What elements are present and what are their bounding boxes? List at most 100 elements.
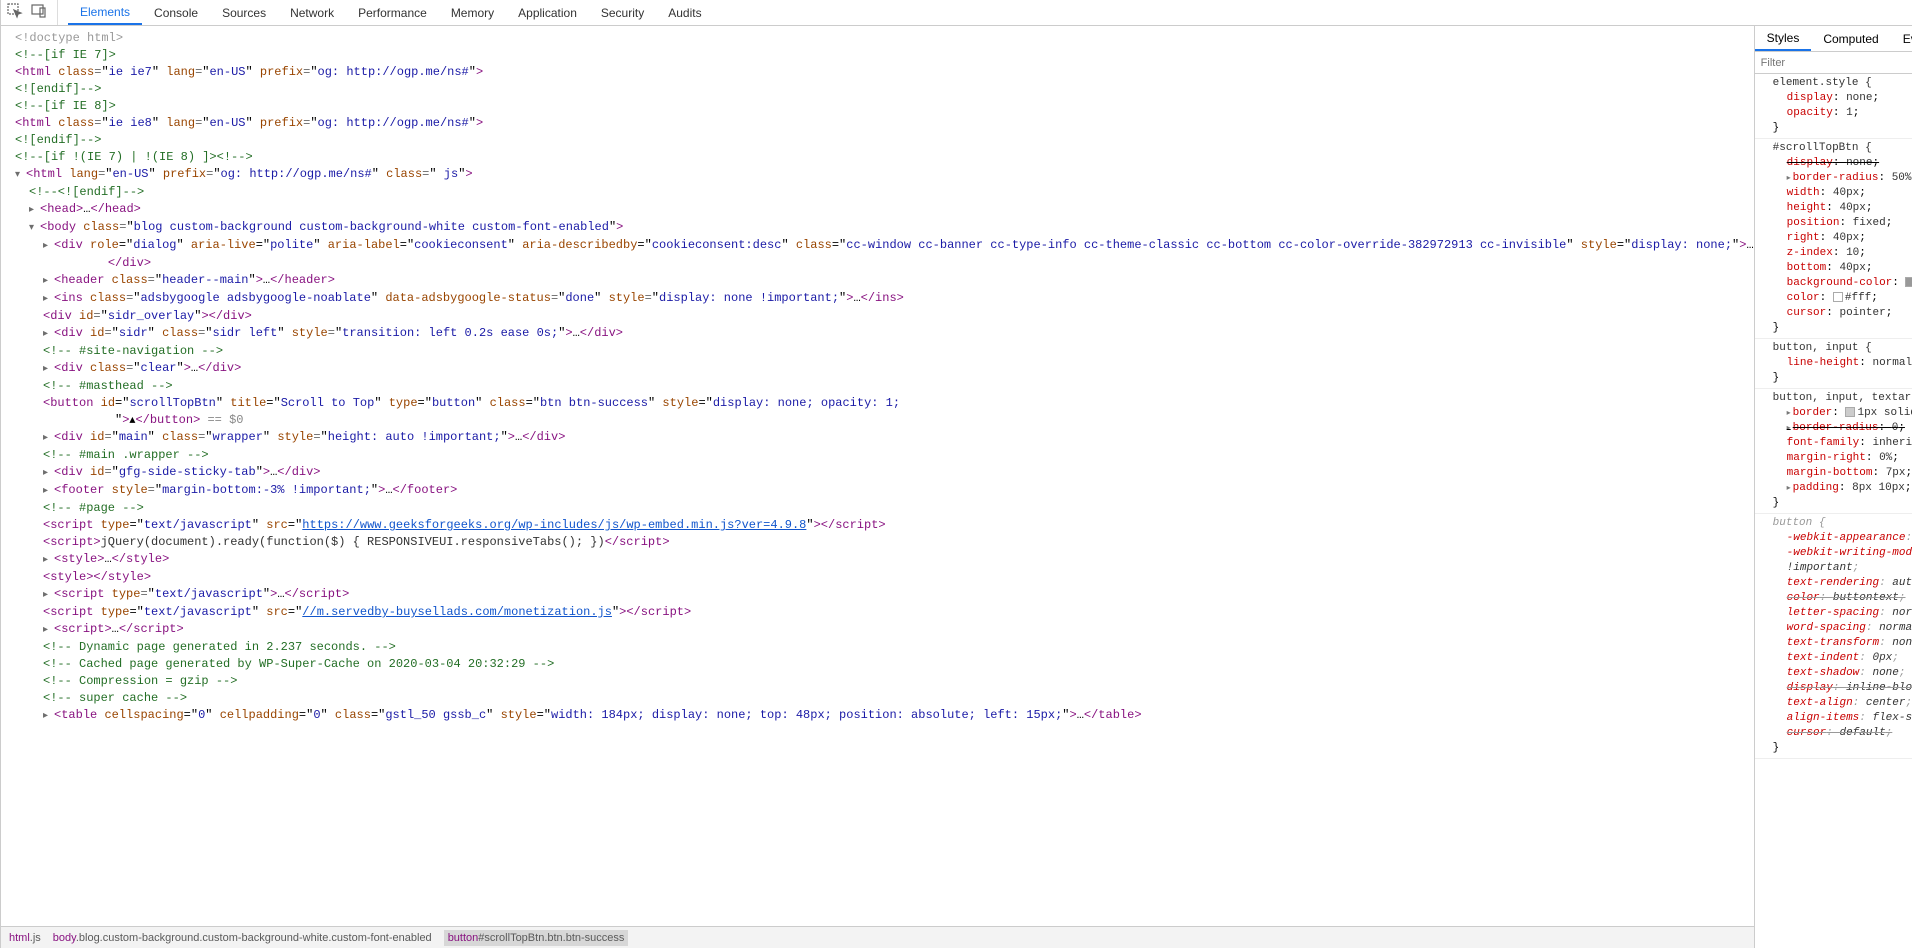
dom-tree-line[interactable]: <!doctype html> — [1, 30, 1754, 47]
tab-computed[interactable]: Computed — [1811, 26, 1890, 51]
tab-memory[interactable]: Memory — [439, 0, 506, 25]
tab-styles[interactable]: Styles — [1755, 26, 1812, 51]
style-property[interactable]: color: #fff; — [1773, 291, 1912, 306]
styles-filter-input[interactable] — [1755, 57, 1912, 69]
dom-tree-line[interactable]: <div class="clear">…</div> — [1, 360, 1754, 378]
bc-button[interactable]: button#scrollTopBtn.btn.btn-success — [444, 930, 629, 946]
dom-tree-line[interactable]: <button id="scrollTopBtn" title="Scroll … — [1, 395, 1754, 429]
style-property[interactable]: cursor: default; — [1773, 726, 1912, 741]
tab-elements[interactable]: Elements — [68, 0, 142, 25]
dom-tree-line[interactable]: <table cellspacing="0" cellpadding="0" c… — [1, 707, 1754, 725]
style-rule[interactable]: element.style {display: none;opacity: 1;… — [1755, 74, 1912, 139]
dom-tree-line[interactable]: <!-- Cached page generated by WP-Super-C… — [1, 656, 1754, 673]
dom-tree-line[interactable]: <div id="main" class="wrapper" style="he… — [1, 429, 1754, 447]
style-property[interactable]: position: fixed; — [1773, 216, 1912, 231]
style-property[interactable]: font-family: inherit; — [1773, 436, 1912, 451]
device-toggle-icon[interactable] — [31, 3, 47, 22]
rule-selector[interactable]: element.style { — [1773, 76, 1912, 91]
tab-audits[interactable]: Audits — [656, 0, 713, 25]
style-property[interactable]: -webkit-writing-mode: horizontal-tb !imp… — [1773, 546, 1912, 576]
bc-body[interactable]: body.blog.custom-background.custom-backg… — [53, 932, 432, 944]
dom-tree-line[interactable]: <style></style> — [1, 569, 1754, 586]
style-property[interactable]: width: 40px; — [1773, 186, 1912, 201]
style-property[interactable]: text-indent: 0px; — [1773, 651, 1912, 666]
dom-tree-line[interactable]: <ins class="adsbygoogle adsbygoogle-noab… — [1, 290, 1754, 308]
style-property[interactable]: margin-bottom: 7px; — [1773, 466, 1912, 481]
style-property[interactable]: background-color: rgb(153,153,153); — [1773, 276, 1912, 291]
rule-selector[interactable]: button, input, textarea { — [1773, 391, 1912, 406]
style-property[interactable]: right: 40px; — [1773, 231, 1912, 246]
dom-tree-line[interactable]: <!-- #masthead --> — [1, 378, 1754, 395]
tab-security[interactable]: Security — [589, 0, 656, 25]
style-property[interactable]: border-radius: 0; — [1773, 421, 1912, 436]
style-property[interactable]: border: 1px solid #ccc; — [1773, 406, 1912, 421]
rule-selector[interactable]: button, input { — [1773, 341, 1912, 356]
style-property[interactable]: line-height: normal; — [1773, 356, 1912, 371]
dom-tree-line[interactable]: <header class="header--main">…</header> — [1, 272, 1754, 290]
dom-tree-line[interactable]: <!-- #site-navigation --> — [1, 343, 1754, 360]
style-property[interactable]: word-spacing: normal; — [1773, 621, 1912, 636]
style-property[interactable]: align-items: flex-start; — [1773, 711, 1912, 726]
dom-tree-line[interactable]: <script>jQuery(document).ready(function(… — [1, 534, 1754, 551]
dom-tree-line[interactable]: <div id="gfg-side-sticky-tab">…</div> — [1, 464, 1754, 482]
dom-tree-line[interactable]: <!-- Compression = gzip --> — [1, 673, 1754, 690]
tab-event-listeners[interactable]: Event Listeners — [1891, 26, 1912, 51]
style-property[interactable]: text-shadow: none; — [1773, 666, 1912, 681]
tab-network[interactable]: Network — [278, 0, 346, 25]
style-property[interactable]: padding: 8px 10px; — [1773, 481, 1912, 496]
dom-tree-line[interactable]: <html class="ie ie7" lang="en-US" prefix… — [1, 64, 1754, 81]
dom-tree-line[interactable]: <footer style="margin-bottom:-3% !import… — [1, 482, 1754, 500]
style-property[interactable]: -webkit-appearance: button; — [1773, 531, 1912, 546]
dom-tree-line[interactable]: <!--[if IE 8]> — [1, 98, 1754, 115]
dom-tree-line[interactable]: <div role="dialog" aria-live="polite" ar… — [1, 237, 1754, 272]
style-property[interactable]: z-index: 10; — [1773, 246, 1912, 261]
bc-html[interactable]: html.js — [9, 932, 41, 944]
style-rule[interactable]: user agent stylesheetbutton {-webkit-app… — [1755, 514, 1912, 759]
style-property[interactable]: opacity: 1; — [1773, 106, 1912, 121]
style-property[interactable]: margin-right: 0%; — [1773, 451, 1912, 466]
dom-tree-line[interactable]: <!-- super cache --> — [1, 690, 1754, 707]
style-property[interactable]: height: 40px; — [1773, 201, 1912, 216]
dom-tree-line[interactable]: <![endif]--> — [1, 81, 1754, 98]
style-property[interactable]: border-radius: 50%; — [1773, 171, 1912, 186]
styles-rules-body[interactable]: element.style {display: none;opacity: 1;… — [1755, 74, 1912, 948]
tab-sources[interactable]: Sources — [210, 0, 278, 25]
style-property[interactable]: cursor: pointer; — [1773, 306, 1912, 321]
rule-selector[interactable]: button { — [1773, 516, 1912, 531]
dom-tree-line[interactable]: <script type="text/javascript" src="http… — [1, 517, 1754, 534]
tab-application[interactable]: Application — [506, 0, 589, 25]
style-property[interactable]: text-align: center; — [1773, 696, 1912, 711]
dom-tree-line[interactable]: <!-- Dynamic page generated in 2.237 sec… — [1, 639, 1754, 656]
inspect-element-icon[interactable] — [7, 3, 23, 22]
style-property[interactable]: text-rendering: auto; — [1773, 576, 1912, 591]
dom-tree-line[interactable]: <script type="text/javascript" src="//m.… — [1, 604, 1754, 621]
dom-tree-line[interactable]: <!-- #main .wrapper --> — [1, 447, 1754, 464]
dom-tree-line[interactable]: <html lang="en-US" prefix="og: http://og… — [1, 166, 1754, 184]
style-property[interactable]: text-transform: none; — [1773, 636, 1912, 651]
dom-tree-line[interactable]: <html class="ie ie8" lang="en-US" prefix… — [1, 115, 1754, 132]
style-property[interactable]: display: inline-block; — [1773, 681, 1912, 696]
dom-tree-line[interactable]: <div id="sidr_overlay"></div> — [1, 308, 1754, 325]
style-property[interactable]: display: none; — [1773, 91, 1912, 106]
style-rule[interactable]: gfg.min.css?ver=7.7:2button, input, text… — [1755, 389, 1912, 514]
style-property[interactable]: letter-spacing: normal; — [1773, 606, 1912, 621]
style-property[interactable]: display: none; — [1773, 156, 1912, 171]
dom-tree-line[interactable]: <div id="sidr" class="sidr left" style="… — [1, 325, 1754, 343]
dom-tree[interactable]: <!doctype html><!--[if IE 7]><html class… — [1, 26, 1754, 926]
dom-tree-line[interactable]: <script>…</script> — [1, 621, 1754, 639]
dom-tree-line[interactable]: <head>…</head> — [1, 201, 1754, 219]
dom-tree-line[interactable]: <script type="text/javascript">…</script… — [1, 586, 1754, 604]
style-rule[interactable]: gfg.min.css?ver=7.7:2button, input {line… — [1755, 339, 1912, 389]
rule-selector[interactable]: #scrollTopBtn { — [1773, 141, 1912, 156]
dom-tree-line[interactable]: <style>…</style> — [1, 551, 1754, 569]
style-rule[interactable]: gfg.min.css?ver=7.7:2#scrollTopBtn {disp… — [1755, 139, 1912, 339]
dom-tree-line[interactable]: <!-- #page --> — [1, 500, 1754, 517]
dom-tree-line[interactable]: <!--[if IE 7]> — [1, 47, 1754, 64]
dom-tree-line[interactable]: <!--[if !(IE 7) | !(IE 8) ]><!--> — [1, 149, 1754, 166]
tab-performance[interactable]: Performance — [346, 0, 439, 25]
dom-tree-line[interactable]: <!--<![endif]--> — [1, 184, 1754, 201]
style-property[interactable]: color: buttontext; — [1773, 591, 1912, 606]
style-property[interactable]: bottom: 40px; — [1773, 261, 1912, 276]
dom-tree-line[interactable]: <![endif]--> — [1, 132, 1754, 149]
dom-tree-line[interactable]: <body class="blog custom-background cust… — [1, 219, 1754, 237]
